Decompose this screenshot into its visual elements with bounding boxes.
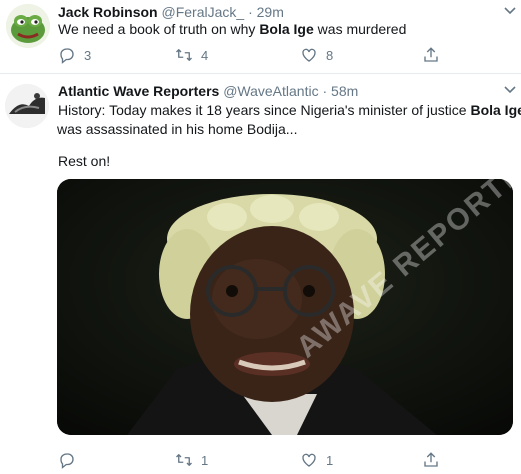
avatar[interactable] bbox=[5, 84, 49, 128]
reply-icon bbox=[60, 48, 74, 64]
like-button[interactable]: 1 bbox=[300, 449, 333, 471]
heart-icon bbox=[302, 453, 316, 467]
tweet-actions: 1 1 bbox=[58, 449, 458, 471]
heart-icon bbox=[302, 48, 316, 62]
retweet-button[interactable]: 1 bbox=[175, 449, 208, 471]
like-count: 1 bbox=[326, 452, 334, 468]
separator: · bbox=[322, 83, 328, 99]
tweet-header: Atlantic Wave Reporters @WaveAtlantic · … bbox=[58, 82, 358, 100]
retweet-icon bbox=[176, 454, 192, 466]
tweet-text-part: was murdered bbox=[313, 21, 407, 37]
tweet-jack-robinson[interactable]: Jack Robinson @FeralJack_ · 29m We need … bbox=[0, 0, 521, 73]
retweet-icon bbox=[176, 49, 192, 61]
timestamp[interactable]: 29m bbox=[257, 4, 284, 20]
tweet-header: Jack Robinson @FeralJack_ · 29m bbox=[58, 3, 284, 21]
timestamp[interactable]: 58m bbox=[331, 83, 358, 99]
tweet-text-line: Rest on! bbox=[58, 153, 111, 169]
tweet-text-part: History: Today makes it 18 years since N… bbox=[58, 102, 471, 118]
reply-button[interactable] bbox=[58, 449, 84, 471]
tweet-text-part: We need a book of truth on why bbox=[58, 21, 260, 37]
retweet-count: 1 bbox=[201, 452, 209, 468]
chevron-down-icon[interactable] bbox=[503, 85, 517, 95]
display-name[interactable]: Atlantic Wave Reporters bbox=[58, 83, 219, 99]
like-count: 8 bbox=[326, 47, 334, 63]
chevron-down-icon[interactable] bbox=[503, 6, 517, 16]
tweet-text-line: was assassinated in his home Bodija... bbox=[57, 121, 298, 137]
tweet-text: We need a book of truth on why Bola Ige … bbox=[58, 20, 406, 39]
reply-count: 3 bbox=[84, 47, 92, 63]
share-button[interactable] bbox=[422, 44, 440, 66]
retweet-count: 4 bbox=[201, 47, 209, 63]
reply-button[interactable]: 3 bbox=[58, 44, 91, 66]
reply-icon bbox=[60, 453, 74, 469]
tweet-text-highlight: Bola Ige bbox=[470, 102, 521, 118]
tweet-text: History: Today makes it 18 years since N… bbox=[58, 101, 521, 120]
retweet-button[interactable]: 4 bbox=[175, 44, 208, 66]
share-button[interactable] bbox=[422, 449, 440, 471]
user-handle[interactable]: @FeralJack_ bbox=[161, 4, 244, 20]
share-icon bbox=[424, 452, 438, 467]
share-icon bbox=[424, 47, 438, 62]
user-handle[interactable]: @WaveAtlantic bbox=[223, 83, 318, 99]
separator: · bbox=[248, 4, 253, 20]
tweet-actions: 3 4 8 bbox=[58, 44, 458, 66]
like-button[interactable]: 8 bbox=[300, 44, 333, 66]
tweet-photo[interactable]: AWAVE REPORTERS bbox=[57, 179, 513, 435]
avatar[interactable] bbox=[6, 4, 50, 48]
display-name[interactable]: Jack Robinson bbox=[58, 4, 158, 20]
divider bbox=[0, 73, 521, 74]
tweet-text-highlight: Bola Ige bbox=[259, 21, 314, 37]
